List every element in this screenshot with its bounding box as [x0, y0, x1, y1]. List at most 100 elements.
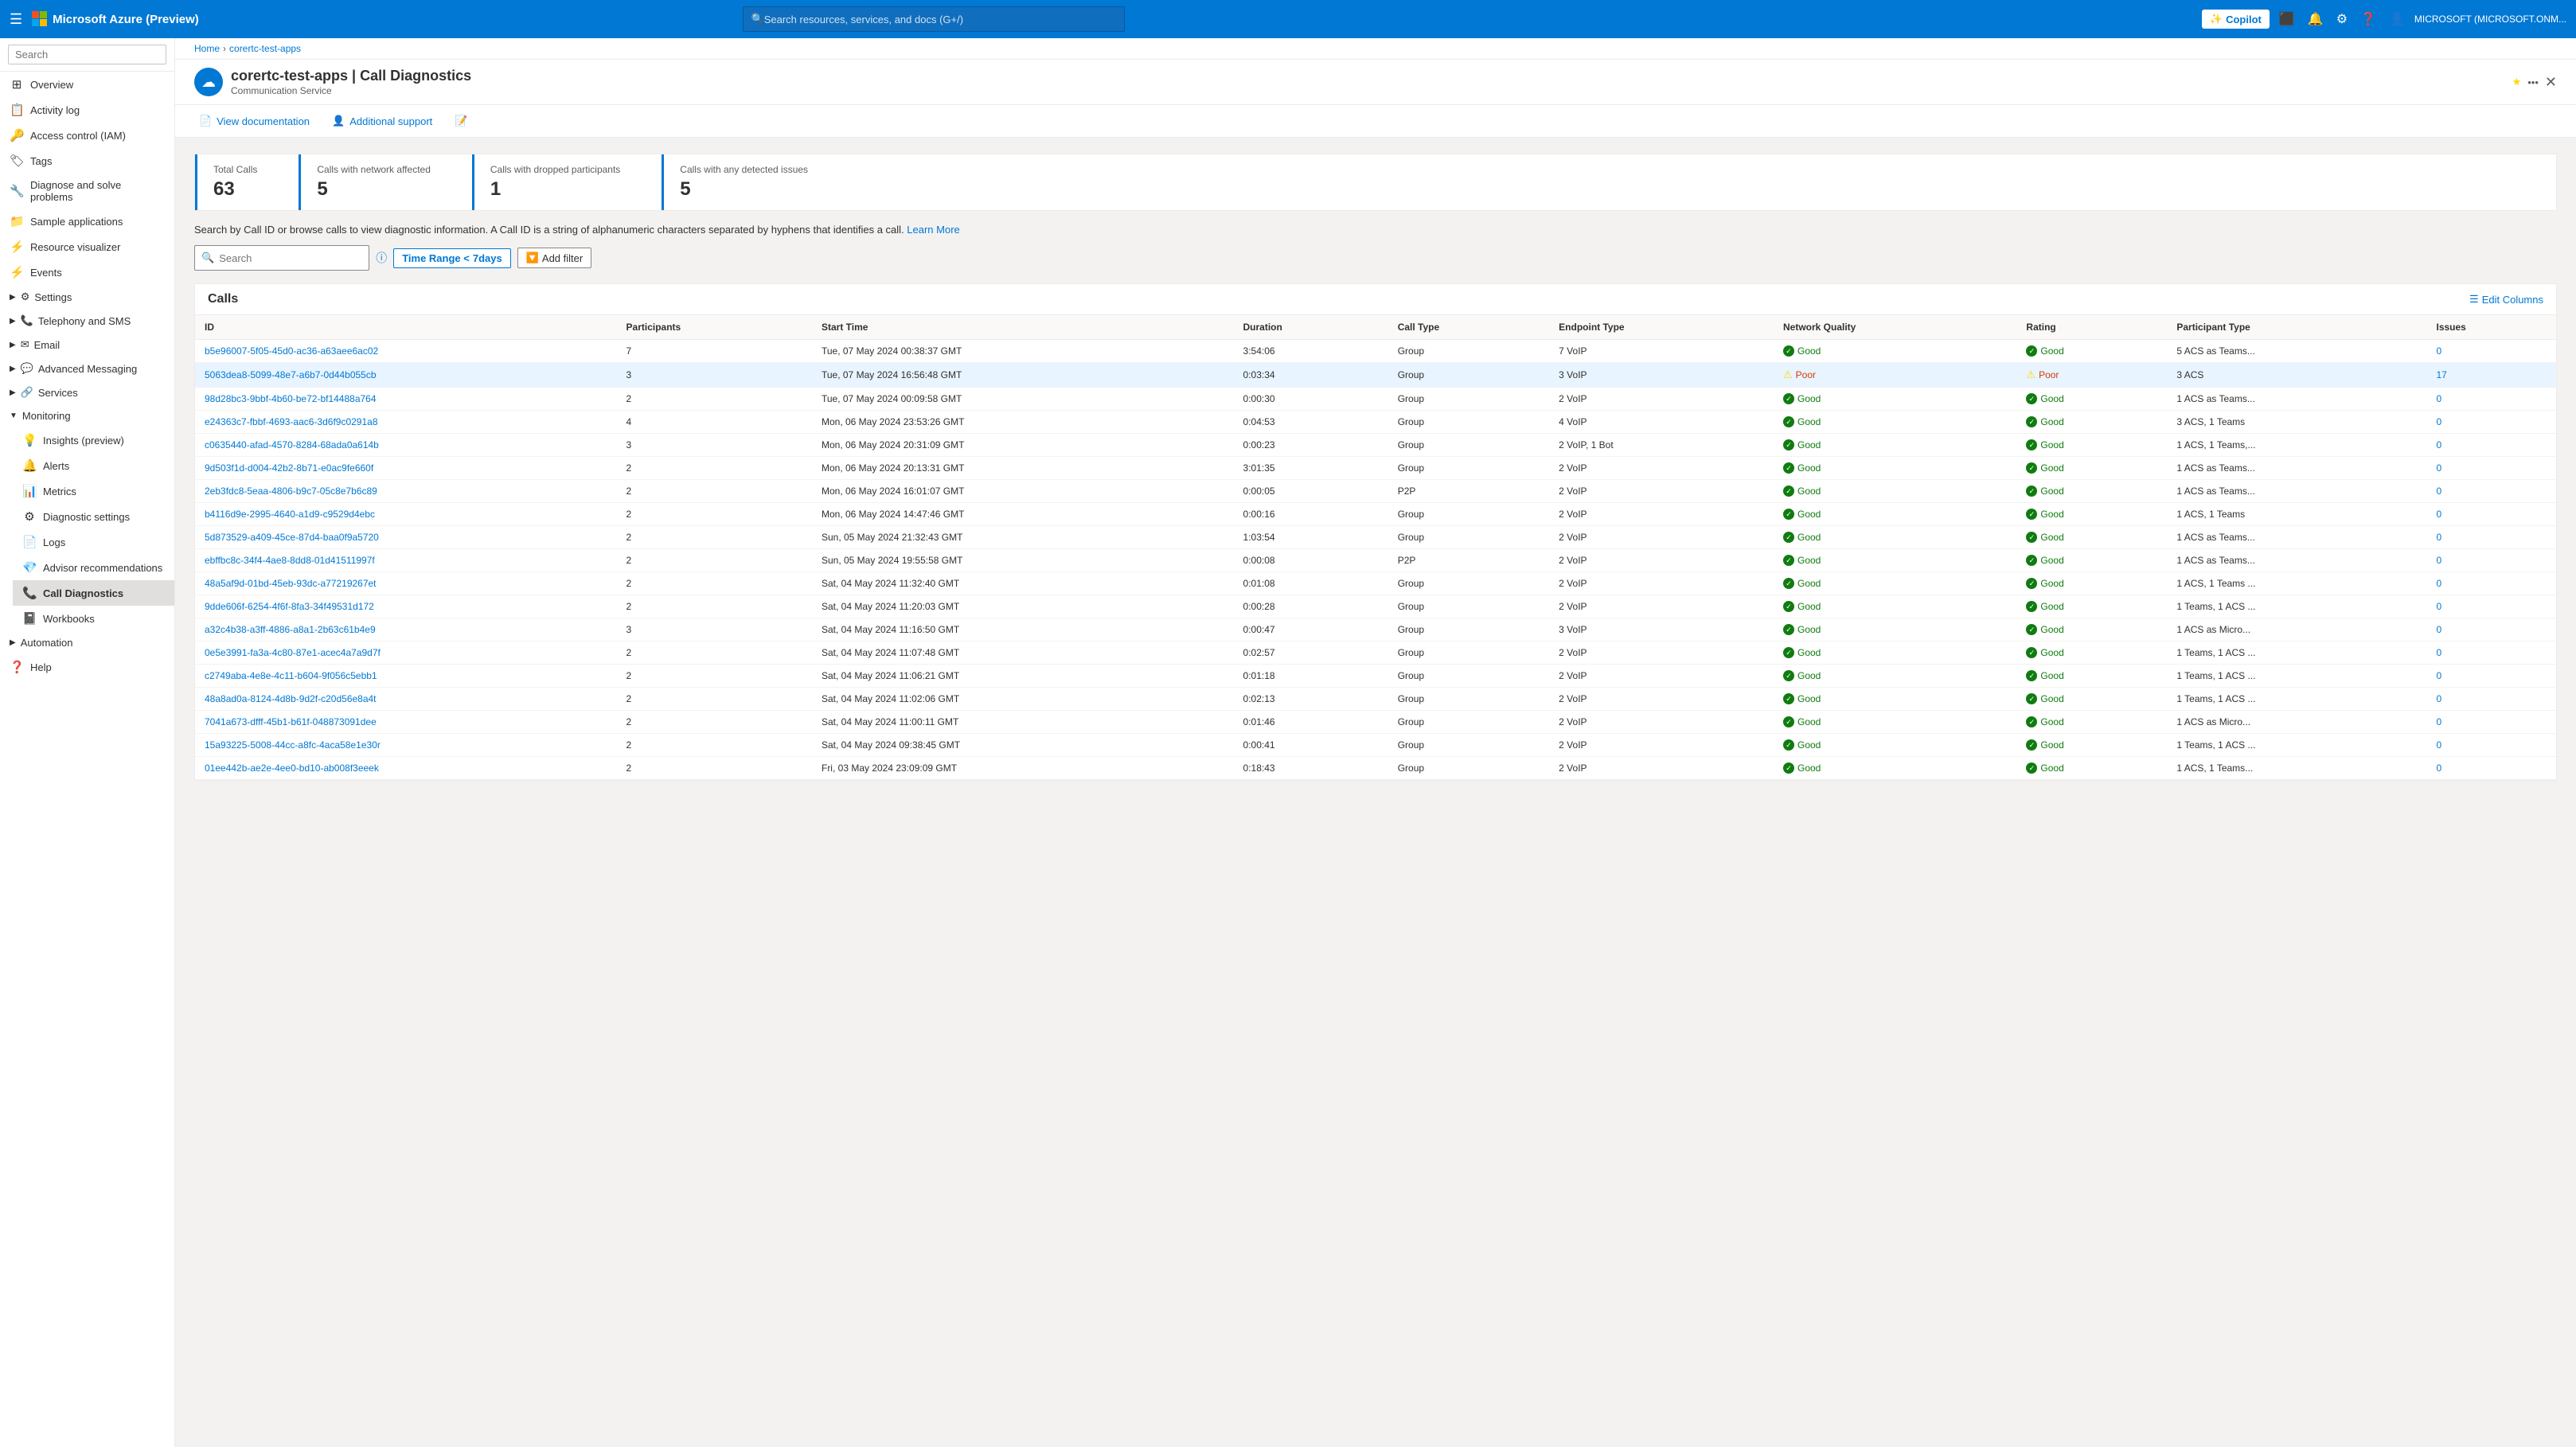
call-id-link[interactable]: 5063dea8-5099-48e7-a6b7-0d44b055cb [205, 369, 377, 380]
col-start-time[interactable]: Start Time [812, 315, 1234, 340]
global-search[interactable]: 🔍 [743, 6, 1125, 32]
sidebar-item-activity-log[interactable]: 📋 Activity log [0, 97, 174, 123]
table-row[interactable]: c2749aba-4e8e-4c11-b604-9f056c5ebb1 2 Sa… [195, 665, 2556, 688]
user-account[interactable]: MICROSOFT (MICROSOFT.ONM... [2414, 14, 2566, 25]
automation-group-header[interactable]: ▶ Automation [0, 631, 174, 654]
settings-icon[interactable]: ⚙ [2333, 8, 2351, 30]
feedback-button[interactable]: 📝 [450, 111, 472, 131]
learn-more-link[interactable]: Learn More [907, 224, 959, 236]
col-issues[interactable]: Issues [2426, 315, 2556, 340]
table-row[interactable]: a32c4b38-a3ff-4886-a8a1-2b63c61b4e9 3 Sa… [195, 618, 2556, 642]
sidebar-item-advisor-rec[interactable]: 💎 Advisor recommendations [13, 555, 174, 580]
additional-support-button[interactable]: 👤 Additional support [327, 111, 437, 131]
col-endpoint-type[interactable]: Endpoint Type [1549, 315, 1774, 340]
call-id-link[interactable]: 9d503f1d-d004-42b2-8b71-e0ac9fe660f [205, 462, 373, 474]
notifications-icon[interactable]: 🔔 [2305, 8, 2327, 30]
call-id-link[interactable]: 48a8ad0a-8124-4d8b-9d2f-c20d56e8a4t [205, 693, 377, 704]
sidebar-item-resource-viz[interactable]: ⚡ Resource visualizer [0, 234, 174, 259]
call-id-link[interactable]: ebffbc8c-34f4-4ae8-8dd8-01d41511997f [205, 555, 375, 566]
call-id-link[interactable]: b4116d9e-2995-4640-a1d9-c9529d4ebc [205, 509, 375, 520]
view-documentation-button[interactable]: 📄 View documentation [194, 111, 314, 131]
table-row[interactable]: b5e96007-5f05-45d0-ac36-a63aee6ac02 7 Tu… [195, 340, 2556, 363]
shell-menu-icon[interactable]: ⬛ [2276, 8, 2298, 30]
col-participant-type[interactable]: Participant Type [2167, 315, 2426, 340]
calls-search-input[interactable] [219, 252, 362, 264]
table-row[interactable]: 01ee442b-ae2e-4ee0-bd10-ab008f3eeek 2 Fr… [195, 757, 2556, 780]
table-row[interactable]: 0e5e3991-fa3a-4c80-87e1-acec4a7a9d7f 2 S… [195, 642, 2556, 665]
sidebar-item-workbooks[interactable]: 📓 Workbooks [13, 606, 174, 631]
call-id-link[interactable]: 15a93225-5008-44cc-a8fc-4aca58e1e30r [205, 739, 381, 751]
table-row[interactable]: 9d503f1d-d004-42b2-8b71-e0ac9fe660f 2 Mo… [195, 457, 2556, 480]
sidebar-item-overview[interactable]: ⊞ Overview [0, 72, 174, 97]
col-rating[interactable]: Rating [2016, 315, 2167, 340]
col-participants[interactable]: Participants [617, 315, 812, 340]
call-id-link[interactable]: 2eb3fdc8-5eaa-4806-b9c7-05c8e7b6c89 [205, 486, 377, 497]
telephony-group-header[interactable]: ▶ 📞 Telephony and SMS [0, 309, 174, 333]
calls-search-box[interactable]: 🔍 [194, 245, 369, 271]
hamburger-menu[interactable]: ☰ [10, 11, 22, 28]
monitoring-group-header[interactable]: ▼ Monitoring [0, 404, 174, 427]
sidebar-item-access-control[interactable]: 🔑 Access control (IAM) [0, 123, 174, 148]
sidebar-item-alerts[interactable]: 🔔 Alerts [13, 453, 174, 478]
table-row[interactable]: 5063dea8-5099-48e7-a6b7-0d44b055cb 3 Tue… [195, 363, 2556, 388]
breadcrumb-resource[interactable]: corertc-test-apps [229, 43, 301, 54]
favorite-star[interactable]: ★ [2512, 76, 2522, 88]
sidebar-item-logs[interactable]: 📄 Logs [13, 529, 174, 555]
call-id-link[interactable]: 01ee442b-ae2e-4ee0-bd10-ab008f3eeek [205, 763, 379, 774]
table-row[interactable]: c0635440-afad-4570-8284-68ada0a614b 3 Mo… [195, 434, 2556, 457]
col-call-type[interactable]: Call Type [1388, 315, 1549, 340]
time-range-filter[interactable]: Time Range < 7days [393, 248, 511, 268]
call-id-link[interactable]: c2749aba-4e8e-4c11-b604-9f056c5ebb1 [205, 670, 377, 681]
columns-icon: ☰ [2469, 293, 2479, 306]
email-group-header[interactable]: ▶ ✉ Email [0, 333, 174, 357]
sidebar-search-input[interactable] [8, 45, 166, 64]
call-id-link[interactable]: b5e96007-5f05-45d0-ac36-a63aee6ac02 [205, 345, 378, 357]
table-row[interactable]: ebffbc8c-34f4-4ae8-8dd8-01d41511997f 2 S… [195, 549, 2556, 572]
call-id-link[interactable]: c0635440-afad-4570-8284-68ada0a614b [205, 439, 379, 450]
call-id-link[interactable]: 9dde606f-6254-4f6f-8fa3-34f49531d172 [205, 601, 374, 612]
table-row[interactable]: 48a5af9d-01bd-45eb-93dc-a77219267et 2 Sa… [195, 572, 2556, 595]
help-icon[interactable]: ❓ [2357, 8, 2379, 30]
col-network-quality[interactable]: Network Quality [1774, 315, 2016, 340]
call-id-link[interactable]: 0e5e3991-fa3a-4c80-87e1-acec4a7a9d7f [205, 647, 381, 658]
settings-group-header[interactable]: ▶ ⚙ Settings [0, 285, 174, 309]
copilot-button[interactable]: ✨ Copilot [2202, 10, 2270, 29]
table-row[interactable]: 9dde606f-6254-4f6f-8fa3-34f49531d172 2 S… [195, 595, 2556, 618]
table-row[interactable]: 7041a673-dfff-45b1-b61f-048873091dee 2 S… [195, 711, 2556, 734]
table-row[interactable]: 98d28bc3-9bbf-4b60-be72-bf14488a764 2 Tu… [195, 388, 2556, 411]
col-id[interactable]: ID [195, 315, 617, 340]
search-input[interactable] [764, 14, 1116, 25]
call-id-link[interactable]: 7041a673-dfff-45b1-b61f-048873091dee [205, 716, 377, 727]
more-options-button[interactable]: ••• [2527, 76, 2539, 88]
call-id-link[interactable]: 48a5af9d-01bd-45eb-93dc-a77219267et [205, 578, 377, 589]
sidebar-item-diagnose[interactable]: 🔧 Diagnose and solve problems [0, 174, 174, 209]
advanced-messaging-header[interactable]: ▶ 💬 Advanced Messaging [0, 357, 174, 380]
add-filter-button[interactable]: 🔽 Add filter [517, 248, 592, 268]
table-row[interactable]: b4116d9e-2995-4640-a1d9-c9529d4ebc 2 Mon… [195, 503, 2556, 526]
call-id-link[interactable]: e24363c7-fbbf-4693-aac6-3d6f9c0291a8 [205, 416, 378, 427]
edit-columns-button[interactable]: ☰ Edit Columns [2469, 293, 2543, 306]
sidebar-item-metrics[interactable]: 📊 Metrics [13, 478, 174, 504]
services-header[interactable]: ▶ 🔗 Services [0, 380, 174, 404]
sidebar-item-insights[interactable]: 💡 Insights (preview) [13, 427, 174, 453]
close-button[interactable]: ✕ [2545, 74, 2557, 91]
call-id-link[interactable]: a32c4b38-a3ff-4886-a8a1-2b63c61b4e9 [205, 624, 376, 635]
sidebar-item-events[interactable]: ⚡ Events [0, 259, 174, 285]
table-row[interactable]: e24363c7-fbbf-4693-aac6-3d6f9c0291a8 4 M… [195, 411, 2556, 434]
sidebar-item-help[interactable]: ❓ Help [0, 654, 174, 680]
table-row[interactable]: 5d873529-a409-45ce-87d4-baa0f9a5720 2 Su… [195, 526, 2556, 549]
table-row[interactable]: 2eb3fdc8-5eaa-4806-b9c7-05c8e7b6c89 2 Mo… [195, 480, 2556, 503]
col-duration[interactable]: Duration [1234, 315, 1388, 340]
breadcrumb-home[interactable]: Home [194, 43, 220, 54]
feedback-icon[interactable]: 👤 [2386, 8, 2408, 30]
call-id-link[interactable]: 5d873529-a409-45ce-87d4-baa0f9a5720 [205, 532, 379, 543]
search-info-icon[interactable]: ⓘ [376, 250, 387, 266]
sidebar-item-tags[interactable]: 🏷 Tags [0, 148, 174, 174]
table-row[interactable]: 48a8ad0a-8124-4d8b-9d2f-c20d56e8a4t 2 Sa… [195, 688, 2556, 711]
sidebar-item-diag-settings[interactable]: ⚙ Diagnostic settings [13, 504, 174, 529]
table-row[interactable]: 15a93225-5008-44cc-a8fc-4aca58e1e30r 2 S… [195, 734, 2556, 757]
call-id-link[interactable]: 98d28bc3-9bbf-4b60-be72-bf14488a764 [205, 393, 377, 404]
sidebar-item-sample-apps[interactable]: 📁 Sample applications [0, 209, 174, 234]
cell-participants: 4 [617, 411, 812, 434]
sidebar-item-call-diagnostics[interactable]: 📞 Call Diagnostics [13, 580, 174, 606]
